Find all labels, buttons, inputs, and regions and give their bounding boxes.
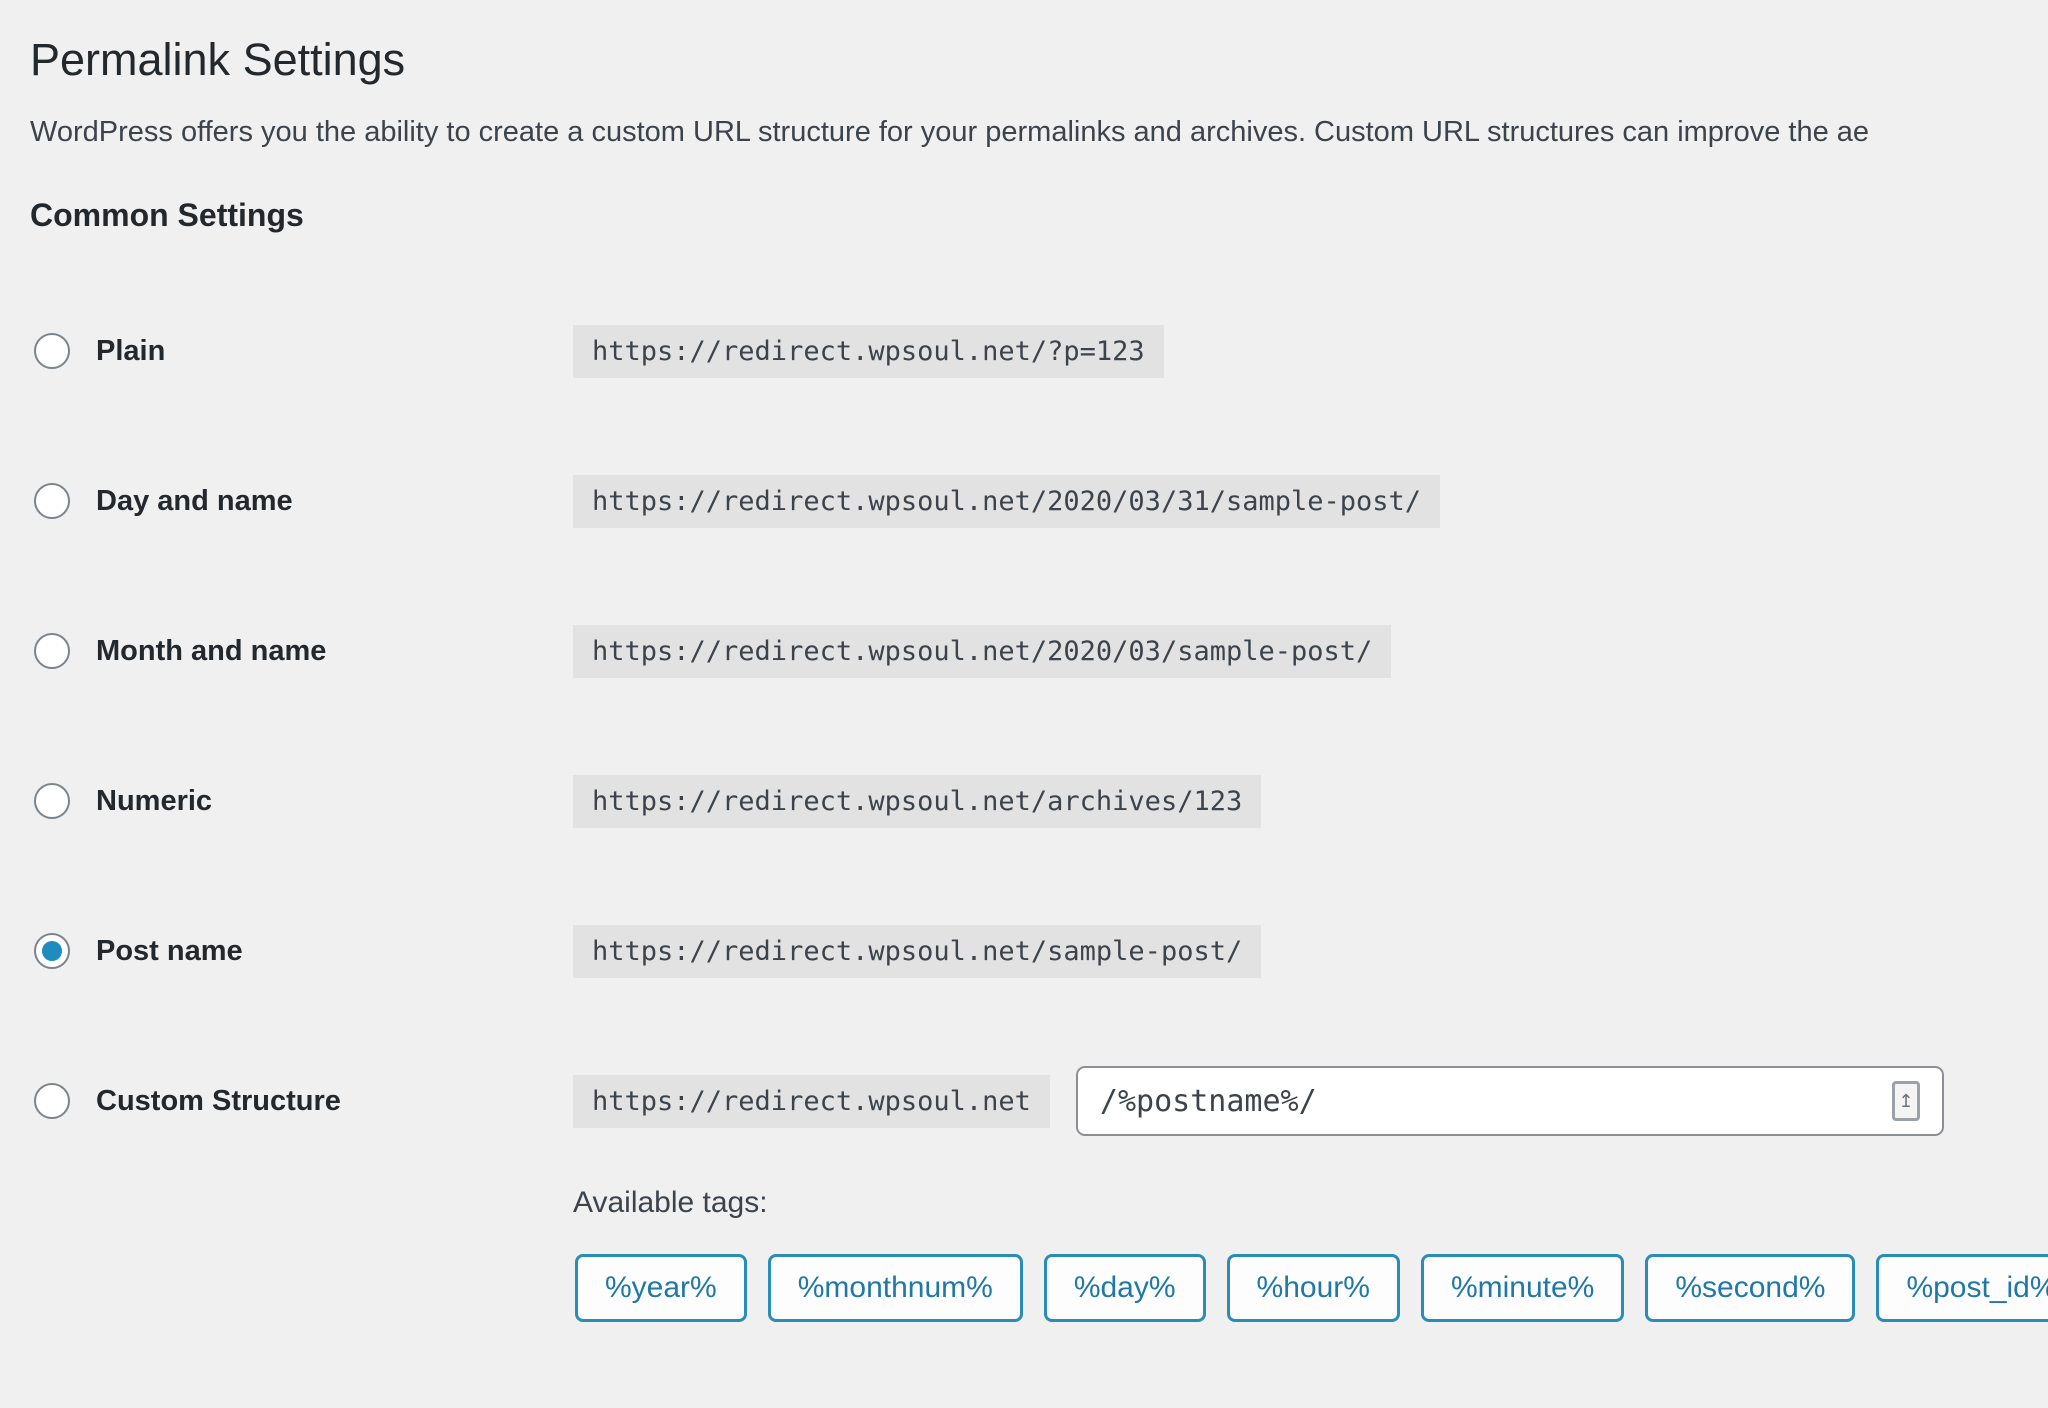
available-tags-label: Available tags: [573, 1186, 2048, 1220]
tag-button[interactable]: %post_id% [1876, 1254, 2048, 1322]
permalink-settings-page: Permalink Settings WordPress offers you … [0, 0, 2048, 1408]
option-label[interactable]: Plain [96, 335, 165, 368]
tag-button[interactable]: %minute% [1421, 1254, 1624, 1322]
option-label[interactable]: Numeric [96, 785, 212, 818]
option-row-plain: Plain https://redirect.wpsoul.net/?p=123 [34, 276, 2048, 426]
option-label[interactable]: Post name [96, 935, 243, 968]
example-url: https://redirect.wpsoul.net/2020/03/31/s… [573, 475, 1440, 528]
tag-button[interactable]: %hour% [1227, 1254, 1400, 1322]
radio-plain[interactable] [34, 333, 70, 369]
radio-custom-structure[interactable] [34, 1083, 70, 1119]
available-tags-row: %year% %monthnum% %day% %hour% %minute% %seco… [575, 1254, 2048, 1322]
option-row-month-and-name: Month and name https://redirect.wpsoul.n… [34, 576, 2048, 726]
custom-structure-input[interactable] [1078, 1068, 1818, 1134]
page-description: WordPress offers you the ability to crea… [30, 116, 2048, 149]
option-row-day-and-name: Day and name https://redirect.wpsoul.net… [34, 426, 2048, 576]
option-label[interactable]: Month and name [96, 635, 326, 668]
tag-button[interactable]: %second% [1645, 1254, 1855, 1322]
option-row-numeric: Numeric https://redirect.wpsoul.net/arch… [34, 726, 2048, 876]
option-row-custom-structure: Custom Structure https://redirect.wpsoul… [34, 1026, 2048, 1176]
tag-button[interactable]: %day% [1044, 1254, 1206, 1322]
custom-structure-prefix: https://redirect.wpsoul.net [573, 1075, 1050, 1128]
example-url: https://redirect.wpsoul.net/archives/123 [573, 775, 1261, 828]
page-title: Permalink Settings [30, 34, 2048, 86]
option-row-post-name: Post name https://redirect.wpsoul.net/sa… [34, 876, 2048, 1026]
custom-structure-input-box: ↥ [1076, 1066, 1944, 1136]
tag-button[interactable]: %year% [575, 1254, 747, 1322]
example-url: https://redirect.wpsoul.net/2020/03/samp… [573, 625, 1391, 678]
common-settings-heading: Common Settings [30, 197, 2048, 234]
radio-day-and-name[interactable] [34, 483, 70, 519]
option-label[interactable]: Day and name [96, 485, 293, 518]
radio-post-name[interactable] [34, 933, 70, 969]
input-caret-icon[interactable]: ↥ [1892, 1081, 1920, 1121]
permalink-options-list: Plain https://redirect.wpsoul.net/?p=123… [34, 276, 2048, 1176]
example-url: https://redirect.wpsoul.net/sample-post/ [573, 925, 1261, 978]
radio-numeric[interactable] [34, 783, 70, 819]
tag-button[interactable]: %monthnum% [768, 1254, 1023, 1322]
example-url: https://redirect.wpsoul.net/?p=123 [573, 325, 1164, 378]
option-label[interactable]: Custom Structure [96, 1085, 341, 1118]
radio-month-and-name[interactable] [34, 633, 70, 669]
